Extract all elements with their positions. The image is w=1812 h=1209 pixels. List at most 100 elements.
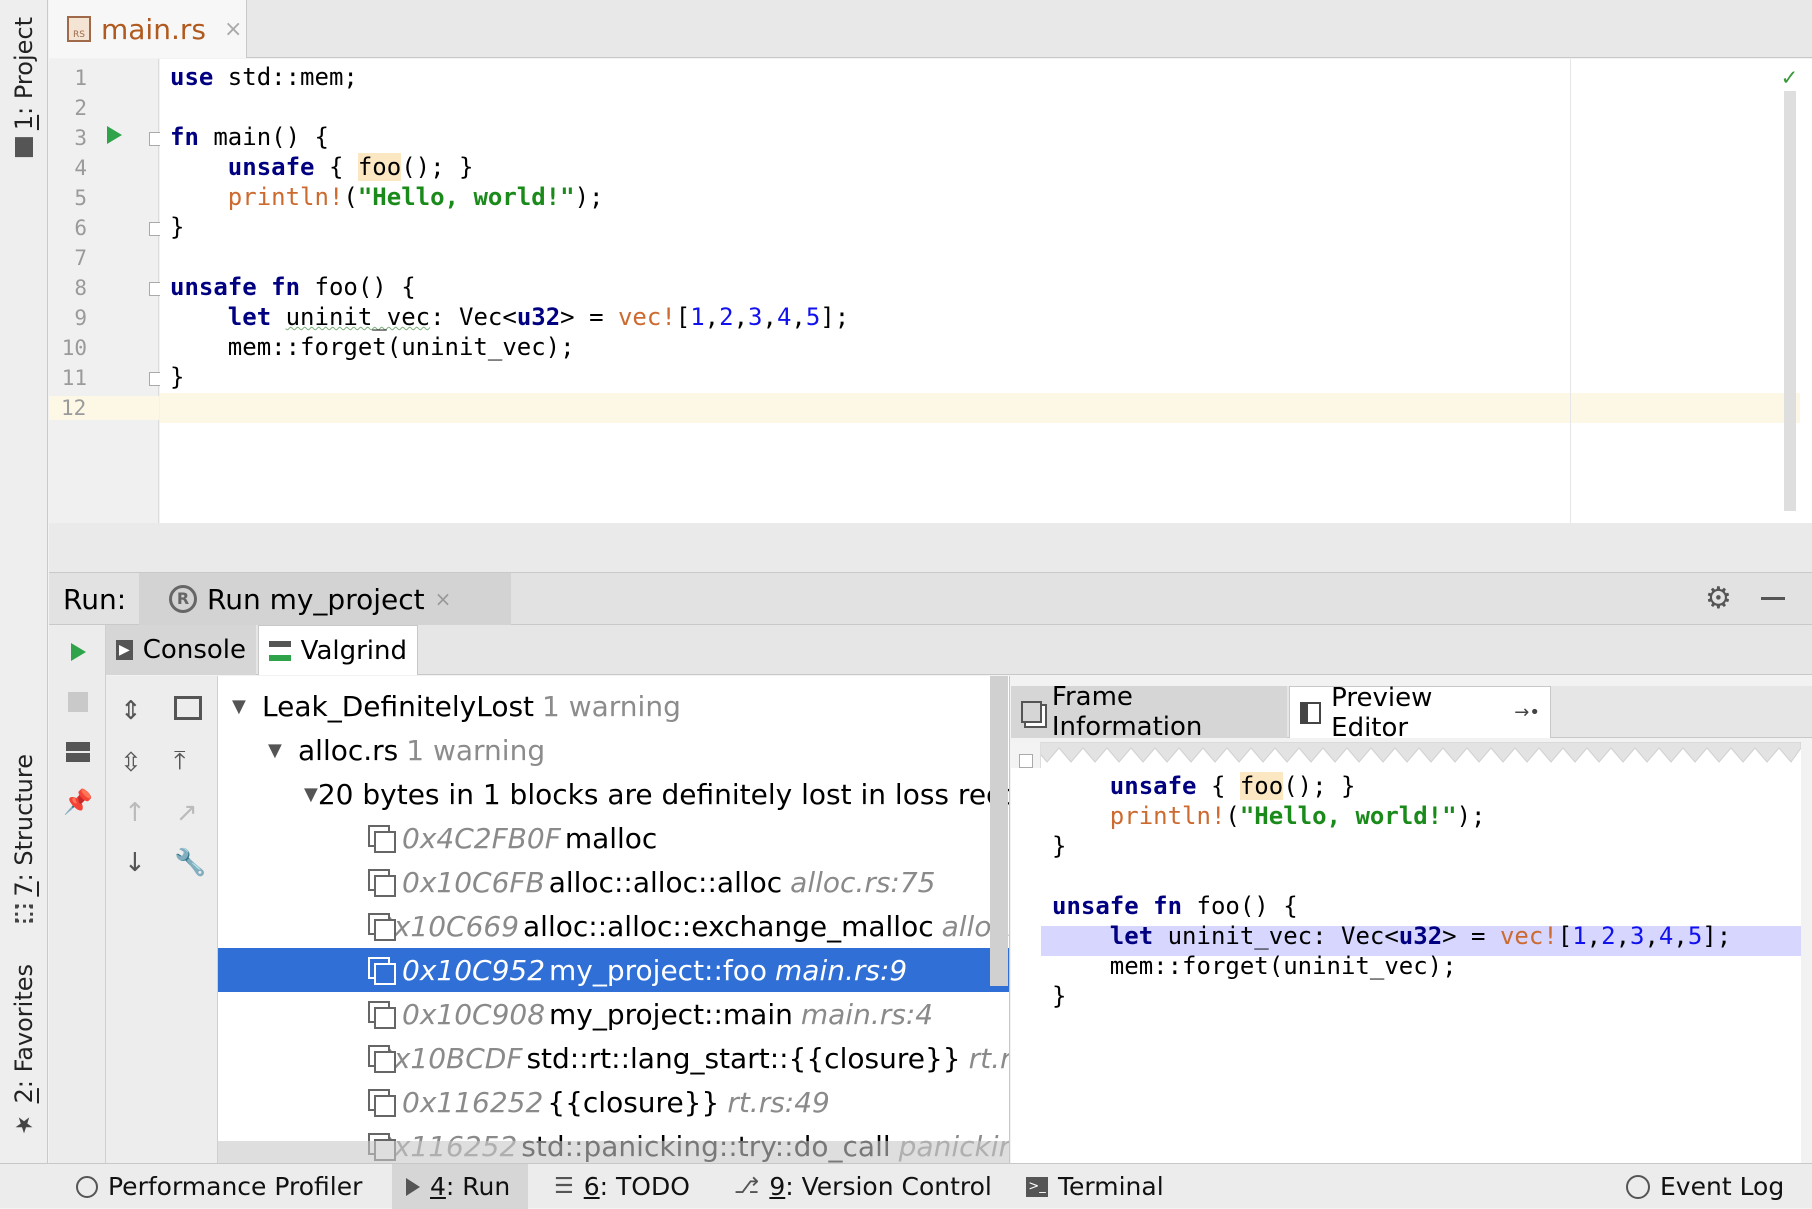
- rust-file-icon: RS: [67, 16, 91, 42]
- preview-code-line: unsafe { foo(); }: [1109, 772, 1356, 800]
- terminal-tool-button[interactable]: >_ Terminal: [1026, 1164, 1164, 1209]
- stack-frame-row[interactable]: 0x10BCDF std::rt::lang_start::{{closure}…: [218, 1036, 1009, 1080]
- tree-node-leak-kind[interactable]: ▼ Leak_DefinitelyLost 1 warning: [218, 684, 1009, 728]
- close-icon[interactable]: ×: [435, 587, 452, 611]
- prev-icon[interactable]: ↑: [124, 798, 146, 828]
- warning-count: 1 warning: [542, 689, 681, 723]
- run-panel-header: Run: R Run my_project × ⚙: [49, 573, 1812, 625]
- tab-frame-information[interactable]: Frame Information: [1011, 682, 1287, 742]
- run-tool-mnemonic: 4: [430, 1172, 446, 1201]
- tab-console[interactable]: ▶ Console: [106, 625, 256, 675]
- tab-valgrind[interactable]: Valgrind: [258, 625, 418, 675]
- profiler-icon: [76, 1175, 98, 1198]
- tab-valgrind-label: Valgrind: [300, 635, 407, 666]
- run-config-tab[interactable]: R Run my_project ×: [139, 573, 511, 625]
- export-icon[interactable]: ⤒: [174, 746, 186, 777]
- structure-icon: [15, 904, 33, 923]
- frame-panel-tabs: Frame Information Preview Editor →•: [1011, 682, 1812, 743]
- expand-all-icon[interactable]: ⇕: [120, 696, 142, 726]
- checkmark-icon: ✓: [1782, 63, 1797, 91]
- tab-preview-editor[interactable]: Preview Editor →•: [1289, 683, 1551, 743]
- structure-tool-button[interactable]: 7: Structure: [0, 748, 48, 928]
- run-tool-label: : Run: [445, 1172, 511, 1201]
- frame-icon: [368, 1001, 396, 1029]
- run-gutter-icon[interactable]: [107, 126, 122, 144]
- stack-frame-row[interactable]: 0x10C908 my_project::main main.rs:4: [218, 992, 1009, 1036]
- pin-icon[interactable]: 📌: [63, 787, 93, 817]
- layout-icon[interactable]: [63, 737, 93, 767]
- stack-frame-row-selected[interactable]: 0x10C952 my_project::foo main.rs:9: [218, 948, 1009, 992]
- stop-icon[interactable]: [63, 687, 93, 717]
- performance-profiler-button[interactable]: Performance Profiler: [76, 1164, 362, 1209]
- run-toolbar: 📌: [49, 625, 106, 1163]
- close-icon[interactable]: ×: [224, 17, 242, 42]
- performance-profiler-label: Performance Profiler: [108, 1172, 363, 1201]
- collapse-all-icon[interactable]: ⇳: [120, 748, 142, 778]
- line-number: 3: [74, 126, 87, 150]
- favorites-tool-button[interactable]: ★ 2: Favorites: [0, 960, 48, 1140]
- line-number: 2: [74, 96, 87, 120]
- expand-arrow-icon[interactable]: ▼: [304, 784, 318, 805]
- preview-code-line: }: [1052, 982, 1067, 1010]
- rust-logo-icon: R: [169, 585, 197, 613]
- console-icon: ▶: [116, 640, 133, 660]
- code-line: unsafe { foo(); }: [227, 153, 474, 181]
- frame-address: 0x10BCDF: [376, 1041, 523, 1075]
- frame-location: main.rs:4: [800, 997, 934, 1031]
- tree-horizontal-scrollbar[interactable]: [218, 1141, 1009, 1163]
- tab-preview-editor-label: Preview Editor: [1331, 682, 1433, 743]
- fold-icon[interactable]: [1019, 754, 1033, 768]
- todo-tool-button[interactable]: ☰ 6: TODO: [554, 1164, 690, 1209]
- star-icon: ★: [11, 1111, 37, 1137]
- minimize-icon[interactable]: [1761, 597, 1785, 600]
- frame-icon[interactable]: [174, 696, 202, 720]
- project-tool-button[interactable]: 1: Project: [0, 12, 48, 162]
- tree-node-file[interactable]: ▼ alloc.rs 1 warning: [218, 728, 1009, 772]
- left-tool-stripe: 1: Project 7: Structure ★ 2: Favorites: [0, 0, 48, 1163]
- structure-tool-label: : Structure: [10, 753, 38, 882]
- tree-vertical-scrollbar[interactable]: [990, 676, 1008, 986]
- expand-arrow-icon[interactable]: ▼: [268, 740, 298, 761]
- stack-frame-row[interactable]: 0x116252 {{closure}} rt.rs:49: [218, 1080, 1009, 1124]
- vcs-icon: ⎇: [734, 1174, 760, 1199]
- expand-arrow-icon[interactable]: ▼: [232, 696, 262, 717]
- code-line: mem::forget(uninit_vec);: [170, 333, 575, 361]
- todo-icon: ☰: [554, 1174, 574, 1199]
- valgrind-tree[interactable]: ▼ Leak_DefinitelyLost 1 warning ▼ alloc.…: [218, 676, 1010, 1163]
- preview-code-line: mem::forget(uninit_vec);: [1052, 952, 1457, 980]
- frame-function: malloc: [564, 821, 658, 855]
- stack-frame-row[interactable]: 0x4C2FB0F malloc: [218, 816, 1009, 860]
- next-icon[interactable]: ↓: [124, 848, 146, 878]
- event-log-button[interactable]: Event Log: [1626, 1164, 1784, 1209]
- code-line: unsafe fn foo() {: [170, 273, 416, 301]
- editor-tab-bar: RS main.rs ×: [49, 0, 1812, 58]
- gear-icon[interactable]: ⚙: [1705, 581, 1732, 616]
- editor-tab-main-rs[interactable]: RS main.rs ×: [49, 0, 247, 58]
- preview-editor[interactable]: unsafe { foo(); } println!("Hello, world…: [1011, 768, 1801, 1163]
- editor-scrollbar[interactable]: [1784, 91, 1796, 511]
- stack-frame-row[interactable]: 0x10C6FB alloc::alloc::alloc alloc.rs:75: [218, 860, 1009, 904]
- valgrind-icon: [269, 640, 291, 661]
- tree-node-label: Leak_DefinitelyLost: [262, 689, 535, 723]
- version-control-tool-button[interactable]: ⎇ 9: Version Control: [734, 1164, 992, 1209]
- stack-frame-row[interactable]: 0x10C669 alloc::alloc::exchange_malloc a…: [218, 904, 1009, 948]
- pin-tab-icon[interactable]: →•: [1514, 702, 1540, 723]
- navigate-icon[interactable]: ↗: [176, 798, 198, 828]
- frame-address: 0x116252: [402, 1085, 544, 1119]
- tab-frame-information-label: Frame Information: [1051, 682, 1203, 742]
- settings-wrench-icon[interactable]: 🔧: [174, 848, 206, 878]
- favorites-tool-label: : Favorites: [10, 963, 38, 1088]
- rerun-icon[interactable]: [63, 637, 93, 667]
- code-editor[interactable]: ✓ use std::mem; fn main() { unsafe { foo…: [160, 59, 1812, 523]
- frame-icon: [368, 869, 396, 897]
- todo-tool-mnemonic: 6: [583, 1172, 600, 1201]
- code-line: }: [170, 213, 185, 241]
- preview-code-line: println!("Hello, world!");: [1109, 802, 1486, 830]
- frame-location: main.rs:9: [775, 953, 908, 987]
- preview-code-line: unsafe fn foo() {: [1052, 892, 1298, 920]
- run-tool-button[interactable]: 4: Run: [392, 1164, 528, 1209]
- run-config-label: Run my_project: [207, 582, 425, 616]
- frame-address: 0x4C2FB0F: [402, 821, 561, 855]
- tree-node-leak[interactable]: ▼ 20 bytes in 1 blocks are definitely lo…: [218, 772, 1009, 816]
- editor-gutter: 1 2 3 4 5 6 7 8 9 10 11 12: [49, 59, 163, 523]
